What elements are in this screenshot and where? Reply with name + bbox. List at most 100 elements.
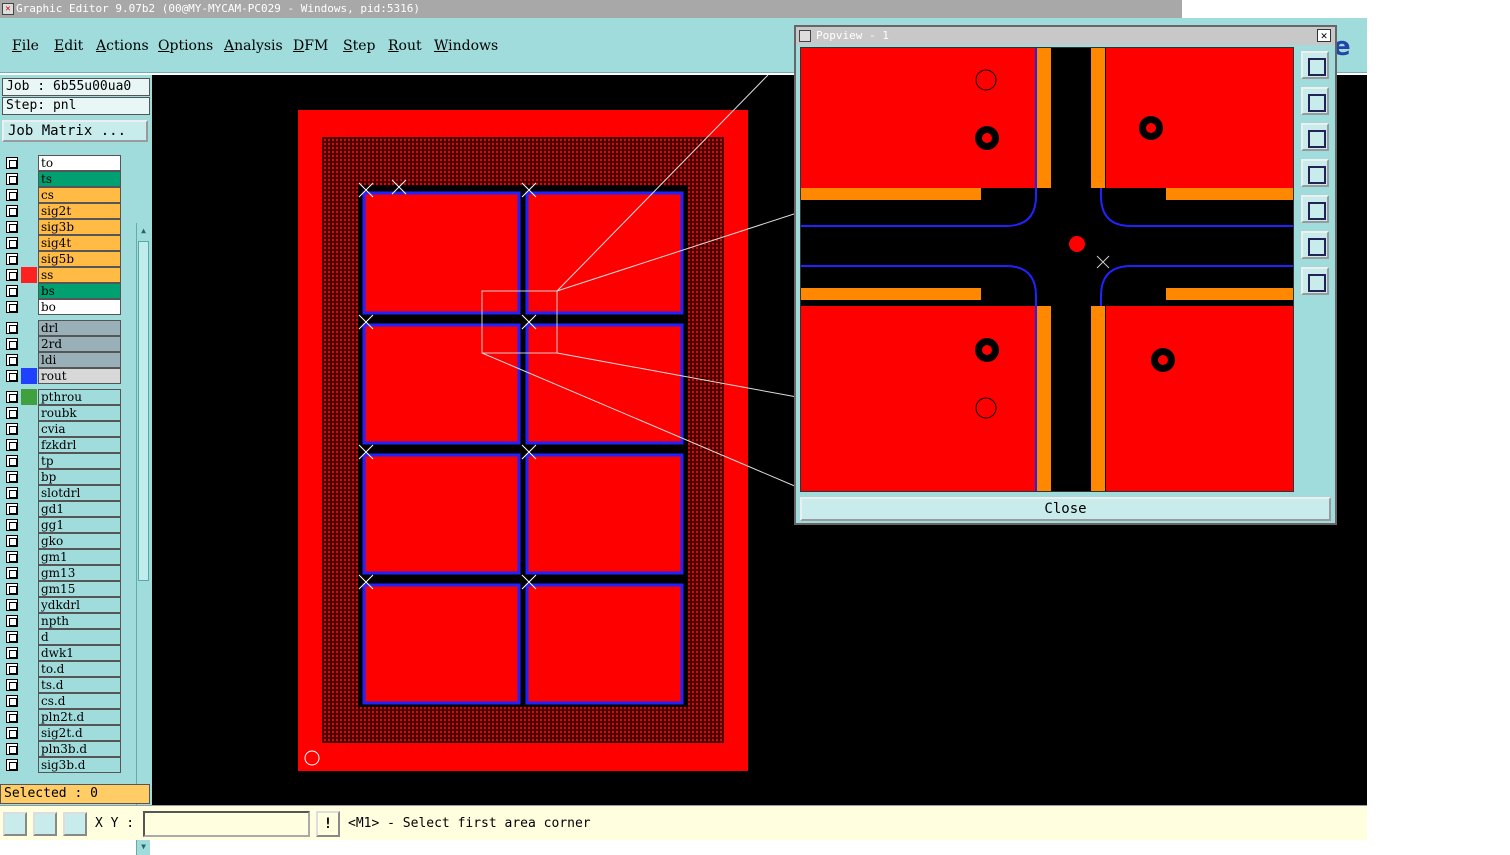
layer-color-swatch[interactable]	[21, 352, 37, 368]
layer-color-swatch[interactable]	[21, 501, 37, 517]
layer-checkbox[interactable]	[6, 157, 18, 169]
layer-name[interactable]: slotdrl	[38, 485, 121, 501]
layer-checkbox[interactable]	[6, 301, 18, 313]
layer-row-gm15[interactable]: gm15	[2, 581, 122, 597]
layer-name[interactable]: npth	[38, 613, 121, 629]
layer-color-swatch[interactable]	[21, 389, 37, 405]
layer-name[interactable]: bo	[38, 299, 121, 315]
menu-analysis[interactable]: Analysis	[224, 38, 283, 54]
layer-row-gm1[interactable]: gm1	[2, 549, 122, 565]
menu-options[interactable]: Options	[158, 38, 213, 54]
select-mode-icon[interactable]	[3, 812, 27, 836]
layer-checkbox[interactable]	[6, 519, 18, 531]
layer-name[interactable]: ts.d	[38, 677, 121, 693]
layer-color-swatch[interactable]	[21, 299, 37, 315]
layer-name[interactable]: gg1	[38, 517, 121, 533]
layer-checkbox[interactable]	[6, 695, 18, 707]
layer-row-npth[interactable]: npth	[2, 613, 122, 629]
layer-checkbox[interactable]	[6, 471, 18, 483]
layer-row-dwk1[interactable]: dwk1	[2, 645, 122, 661]
layer-color-swatch[interactable]	[21, 485, 37, 501]
layer-color-swatch[interactable]	[21, 336, 37, 352]
layer-row-pln2t-d[interactable]: pln2t.d	[2, 709, 122, 725]
layer-name[interactable]: gko	[38, 533, 121, 549]
layer-checkbox[interactable]	[6, 370, 18, 382]
layer-row-bs[interactable]: bs	[2, 283, 122, 299]
layer-name[interactable]: to	[38, 155, 121, 171]
layer-checkbox[interactable]	[6, 221, 18, 233]
layer-row-gd1[interactable]: gd1	[2, 501, 122, 517]
layer-checkbox[interactable]	[6, 615, 18, 627]
layer-checkbox[interactable]	[6, 759, 18, 771]
layer-name[interactable]: cs	[38, 187, 121, 203]
layer-row-pthrou[interactable]: pthrou	[2, 389, 122, 405]
layer-checkbox[interactable]	[6, 487, 18, 499]
layer-name[interactable]: ldi	[38, 352, 121, 368]
layer-checkbox[interactable]	[6, 727, 18, 739]
layer-checkbox[interactable]	[6, 322, 18, 334]
layer-color-swatch[interactable]	[21, 709, 37, 725]
menu-dfm[interactable]: DFM	[293, 38, 328, 54]
layer-row-bp[interactable]: bp	[2, 469, 122, 485]
layer-checkbox[interactable]	[6, 663, 18, 675]
layer-color-swatch[interactable]	[21, 251, 37, 267]
layer-row-sig4t[interactable]: sig4t	[2, 235, 122, 251]
layer-name[interactable]: sig3b	[38, 219, 121, 235]
layer-name[interactable]: d	[38, 629, 121, 645]
layer-color-swatch[interactable]	[21, 219, 37, 235]
popview-window[interactable]: Popview - 1 ✕ Close	[794, 25, 1337, 525]
layer-name[interactable]: gm15	[38, 581, 121, 597]
layer-row-cvia[interactable]: cvia	[2, 421, 122, 437]
layer-row-ts-d[interactable]: ts.d	[2, 677, 122, 693]
menu-edit[interactable]: Edit	[54, 38, 83, 54]
layer-name[interactable]: sig2t	[38, 203, 121, 219]
layer-checkbox[interactable]	[6, 205, 18, 217]
layer-checkbox[interactable]	[6, 711, 18, 723]
pv-pan-right-icon[interactable]	[1301, 195, 1329, 223]
layer-name[interactable]: bs	[38, 283, 121, 299]
measure-icon[interactable]	[33, 812, 57, 836]
layer-row-ldi[interactable]: ldi	[2, 352, 122, 368]
layer-name[interactable]: dwk1	[38, 645, 121, 661]
layer-name[interactable]: pthrou	[38, 389, 121, 405]
layer-row-gm13[interactable]: gm13	[2, 565, 122, 581]
layer-checkbox[interactable]	[6, 551, 18, 563]
layer-list-scrollbar[interactable]: ▲ ▼	[136, 223, 150, 855]
layer-name[interactable]: sig3b.d	[38, 757, 121, 773]
layer-checkbox[interactable]	[6, 269, 18, 281]
layer-checkbox[interactable]	[6, 439, 18, 451]
layer-name[interactable]: cvia	[38, 421, 121, 437]
layer-row-sig5b[interactable]: sig5b	[2, 251, 122, 267]
pv-pan-down-icon[interactable]	[1301, 123, 1329, 151]
layer-row-tp[interactable]: tp	[2, 453, 122, 469]
layer-color-swatch[interactable]	[21, 677, 37, 693]
scrollbar-thumb[interactable]	[138, 241, 149, 581]
warning-button[interactable]: !	[316, 811, 340, 837]
layer-checkbox[interactable]	[6, 535, 18, 547]
layer-row-d[interactable]: d	[2, 629, 122, 645]
pv-zoom-fit-icon[interactable]	[1301, 51, 1329, 79]
xy-input[interactable]	[143, 811, 310, 837]
layer-row-fzkdrl[interactable]: fzkdrl	[2, 437, 122, 453]
layer-color-swatch[interactable]	[21, 267, 37, 283]
layer-row-ss[interactable]: ss	[2, 267, 122, 283]
layer-checkbox[interactable]	[6, 338, 18, 350]
layer-checkbox[interactable]	[6, 631, 18, 643]
layer-name[interactable]: ts	[38, 171, 121, 187]
layer-name[interactable]: to.d	[38, 661, 121, 677]
menu-step[interactable]: Step	[343, 38, 375, 54]
layer-color-swatch[interactable]	[21, 469, 37, 485]
layer-color-swatch[interactable]	[21, 661, 37, 677]
layer-checkbox[interactable]	[6, 599, 18, 611]
layer-color-swatch[interactable]	[21, 757, 37, 773]
layer-color-swatch[interactable]	[21, 725, 37, 741]
layer-row-sig3b-d[interactable]: sig3b.d	[2, 757, 122, 773]
snap-icon[interactable]	[63, 812, 87, 836]
layer-color-swatch[interactable]	[21, 421, 37, 437]
layer-row-cs[interactable]: cs	[2, 187, 122, 203]
popview-close-icon[interactable]: ✕	[1317, 29, 1331, 42]
layer-color-swatch[interactable]	[21, 453, 37, 469]
layer-name[interactable]: ss	[38, 267, 121, 283]
layer-name[interactable]: ydkdrl	[38, 597, 121, 613]
layer-row-slotdrl[interactable]: slotdrl	[2, 485, 122, 501]
